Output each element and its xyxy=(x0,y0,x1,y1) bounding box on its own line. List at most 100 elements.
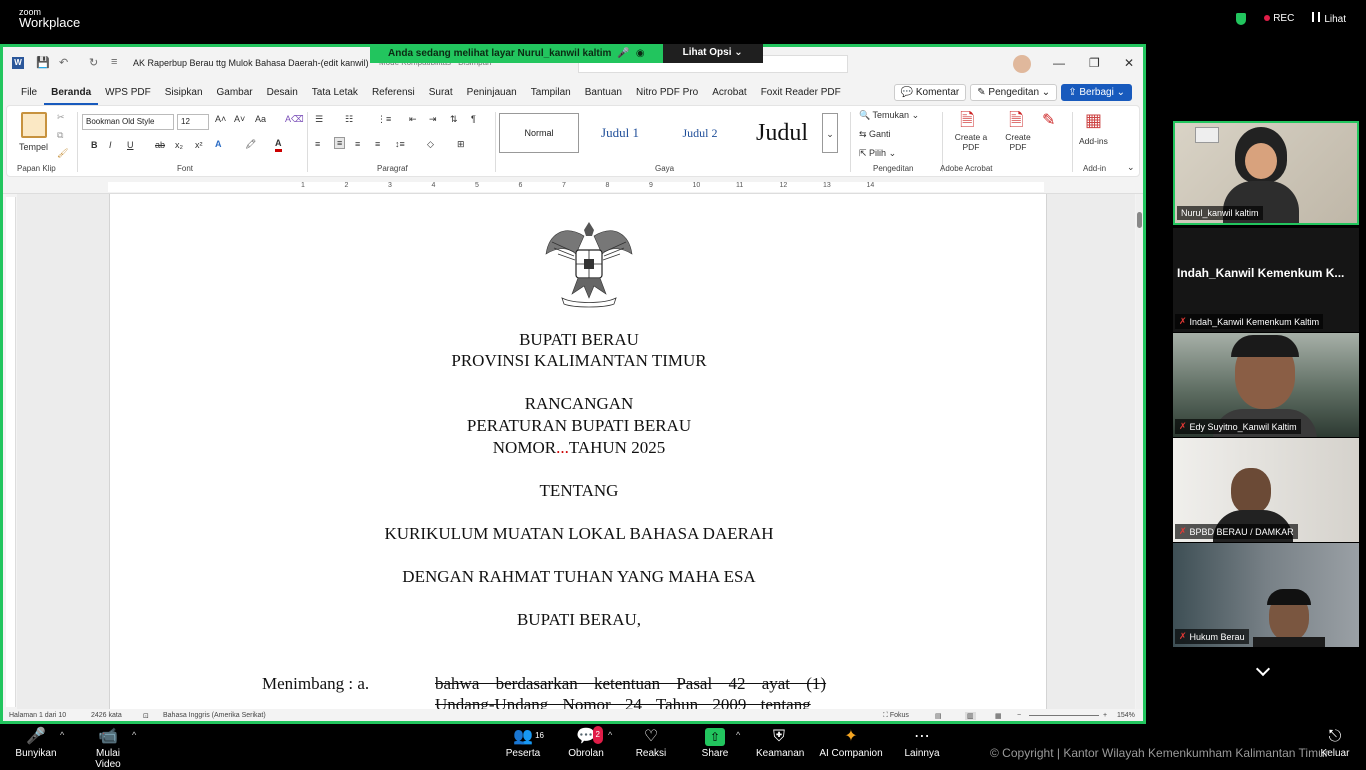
increase-indent-icon[interactable]: ⇥ xyxy=(429,114,437,125)
tab-beranda[interactable]: Beranda xyxy=(44,81,99,105)
tab-bantuan[interactable]: Bantuan xyxy=(578,81,629,105)
redo-icon[interactable]: ↻ xyxy=(89,56,98,69)
show-marks-icon[interactable]: ¶ xyxy=(471,114,476,124)
text-effects-icon[interactable]: A xyxy=(215,139,222,149)
italic-button[interactable]: I xyxy=(109,140,112,150)
tab-surat[interactable]: Surat xyxy=(422,81,460,105)
copy-icon[interactable]: ⧉ xyxy=(57,130,63,141)
superscript-button[interactable]: x² xyxy=(195,140,203,150)
recording-indicator[interactable]: REC xyxy=(1264,13,1294,24)
participant-tile[interactable]: ✗ BPBD BERAU / DAMKAR xyxy=(1173,438,1359,542)
style-title[interactable]: Judul xyxy=(742,113,822,153)
encryption-shield-icon[interactable] xyxy=(1236,12,1247,25)
start-video-button[interactable]: 📹 Mulai Video xyxy=(82,728,134,770)
font-name-select[interactable]: Bookman Old Style xyxy=(82,114,174,130)
audio-options-icon[interactable]: ^ xyxy=(60,730,64,740)
highlight-icon[interactable]: 🖍 xyxy=(245,139,256,150)
tab-tata-letak[interactable]: Tata Letak xyxy=(305,81,365,105)
align-left-icon[interactable]: ≡ xyxy=(315,139,320,149)
sort-icon[interactable]: ⇅ xyxy=(450,114,458,125)
tab-desain[interactable]: Desain xyxy=(260,81,305,105)
shading-icon[interactable]: ◇ xyxy=(427,139,434,150)
unmute-button[interactable]: 🎤 Bunyikan xyxy=(14,728,58,759)
view-button[interactable]: Lihat xyxy=(1312,12,1346,25)
tab-referensi[interactable]: Referensi xyxy=(365,81,422,105)
create-a-pdf-button[interactable]: Create a PDF xyxy=(953,132,989,152)
tab-tampilan[interactable]: Tampilan xyxy=(524,81,578,105)
add-ins-icon[interactable]: ▦ xyxy=(1085,110,1102,131)
scroll-thumb[interactable] xyxy=(1137,212,1142,228)
focus-button[interactable]: ⛶ Fokus xyxy=(883,712,909,720)
line-spacing-icon[interactable]: ↕≡ xyxy=(395,139,405,149)
chat-options-icon[interactable]: ^ xyxy=(608,730,612,740)
decrease-indent-icon[interactable]: ⇤ xyxy=(409,114,417,125)
zoom-level[interactable]: 154% xyxy=(1117,712,1135,719)
ai-companion-button[interactable]: ✦ AI Companion xyxy=(818,728,884,759)
font-color-icon[interactable]: A xyxy=(275,138,282,152)
replace-button[interactable]: ⇆ Ganti xyxy=(859,129,891,140)
tab-foxit-reader-pdf[interactable]: Foxit Reader PDF xyxy=(754,81,848,105)
share-button[interactable]: ⇪ Berbagi ⌄ xyxy=(1061,84,1132,101)
save-icon[interactable]: 💾 xyxy=(36,56,50,69)
paste-icon[interactable] xyxy=(21,112,47,138)
print-layout-icon[interactable]: ▥ xyxy=(965,712,976,720)
shrink-font-icon[interactable]: A˅ xyxy=(234,114,245,124)
participant-tile[interactable]: ✗ Hukum Berau xyxy=(1173,543,1359,647)
reactions-button[interactable]: ♡ Reaksi xyxy=(634,728,668,759)
collapse-ribbon-icon[interactable]: ⌄ xyxy=(1127,162,1135,173)
share-screen-button[interactable]: ⇧ Share xyxy=(698,728,732,759)
find-button[interactable]: 🔍 Temukan ⌄ xyxy=(859,110,919,121)
share-options-icon[interactable]: ^ xyxy=(736,730,740,740)
participant-tile[interactable]: Nurul_kanwil kaltim xyxy=(1173,121,1359,225)
clear-format-icon[interactable]: A⌫ xyxy=(285,114,304,125)
align-right-icon[interactable]: ≡ xyxy=(355,139,360,149)
tab-peninjauan[interactable]: Peninjauan xyxy=(460,81,524,105)
minimize-icon[interactable]: — xyxy=(1053,56,1065,70)
document-canvas[interactable]: BUPATI BERAU PROVINSI KALIMANTAN TIMUR R… xyxy=(17,194,1135,709)
tab-gambar[interactable]: Gambar xyxy=(210,81,260,105)
document-page[interactable]: BUPATI BERAU PROVINSI KALIMANTAN TIMUR R… xyxy=(109,194,1047,709)
comment-button[interactable]: 💬 Komentar xyxy=(893,84,967,101)
cut-icon[interactable]: ✂ xyxy=(57,112,65,123)
justify-icon[interactable]: ≡ xyxy=(375,139,380,149)
style-heading-2[interactable]: Judul 2 xyxy=(662,113,738,153)
page-count[interactable]: Halaman 1 dari 10 xyxy=(9,712,66,719)
participants-button[interactable]: 👥 16 Peserta xyxy=(504,728,544,759)
video-options-icon[interactable]: ^ xyxy=(132,730,136,740)
grow-font-icon[interactable]: A˄ xyxy=(215,114,226,124)
align-center-icon[interactable]: ≡ xyxy=(334,137,346,149)
tab-sisipkan[interactable]: Sisipkan xyxy=(158,81,210,105)
chat-button[interactable]: 💬 2 Obrolan xyxy=(566,726,606,759)
strikethrough-button[interactable]: ab xyxy=(155,140,165,150)
format-painter-icon[interactable]: 🖌 xyxy=(57,148,68,159)
more-button[interactable]: ⋯ Lainnya xyxy=(902,728,942,759)
restore-icon[interactable]: ❐ xyxy=(1089,56,1100,70)
subscript-button[interactable]: x₂ xyxy=(175,140,183,150)
create-pdf-button[interactable]: Create PDF xyxy=(1003,132,1033,152)
acrobat-sign-icon[interactable]: ✎ xyxy=(1042,110,1055,130)
style-heading-1[interactable]: Judul 1 xyxy=(582,113,658,153)
read-mode-icon[interactable]: ▤ xyxy=(935,712,942,720)
underline-button[interactable]: U xyxy=(127,140,134,150)
tab-acrobat[interactable]: Acrobat xyxy=(705,81,753,105)
tab-file[interactable]: File xyxy=(14,81,44,105)
undo-icon[interactable]: ↶ xyxy=(59,56,68,69)
zoom-slider[interactable] xyxy=(1029,715,1099,716)
vertical-scrollbar[interactable] xyxy=(1136,194,1143,709)
close-icon[interactable]: ✕ xyxy=(1124,56,1134,70)
add-ins-button[interactable]: Add-ins xyxy=(1079,136,1108,146)
zoom-out-icon[interactable]: − xyxy=(1017,712,1021,719)
participant-tile[interactable]: Indah_Kanwil Kemenkum K... ✗ Indah_Kanwil… xyxy=(1173,228,1359,332)
change-case-icon[interactable]: Aa xyxy=(255,114,266,124)
paste-button[interactable]: Tempel xyxy=(19,142,48,152)
avatar[interactable] xyxy=(1013,55,1031,73)
editing-mode-button[interactable]: ✎ Pengeditan ⌄ xyxy=(970,84,1058,101)
language-indicator[interactable]: Bahasa Inggris (Amerika Serikat) xyxy=(163,712,266,719)
quick-access-menu-icon[interactable]: ≡ xyxy=(111,56,117,68)
horizontal-ruler[interactable]: 1 2 3 4 5 6 7 8 9 10 11 12 13 14 xyxy=(3,180,1143,194)
security-button[interactable]: ⛨ Keamanan xyxy=(756,728,804,759)
web-layout-icon[interactable]: ▦ xyxy=(995,712,1002,720)
font-size-select[interactable]: 12 xyxy=(177,114,209,130)
styles-more-icon[interactable]: ⌄ xyxy=(822,113,838,153)
select-button[interactable]: ⇱ Pilih ⌄ xyxy=(859,148,896,159)
